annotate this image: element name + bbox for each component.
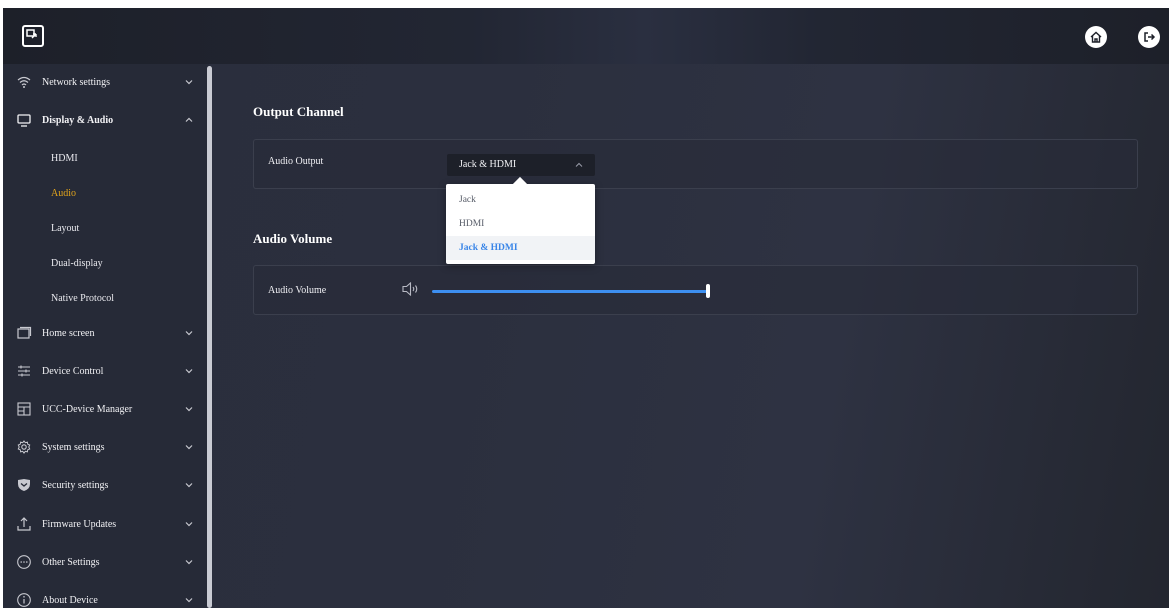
volume-slider-track[interactable] [432,290,707,293]
sidebar-subitem-label: Native Protocol [51,292,115,304]
sidebar-item-about-device[interactable]: About Device [3,581,203,608]
sidebar-item-label: Display & Audio [42,114,114,126]
audio-volume-label: Audio Volume [268,285,327,296]
chevron-up-icon [185,117,193,122]
sidebar-subitem-hdmi[interactable]: HDMI [3,140,203,176]
monitor-icon [17,114,31,127]
chevron-up-icon [575,162,583,167]
dropdown-option-jack-hdmi[interactable]: Jack & HDMI [446,236,595,260]
sidebar-subitem-label: Dual-display [51,257,103,269]
sidebar-item-label: Other Settings [42,556,100,568]
chevron-down-icon [185,369,193,374]
logout-button[interactable] [1138,26,1160,48]
sidebar-subitem-dual-display[interactable]: Dual-display [3,245,203,281]
sidebar-item-home-screen[interactable]: Home screen [3,314,203,352]
sidebar-item-ucc-device-manager[interactable]: UCC-Device Manager [3,390,203,428]
screen-share-logo-icon [22,25,44,47]
sidebar-subitem-label: Audio [51,187,76,199]
app-frame: Network settings Display & Audio HDMI Au… [3,8,1169,608]
gear-icon [17,440,31,454]
dropdown-option-jack[interactable]: Jack [446,188,595,212]
audio-output-selected-value: Jack & HDMI [459,159,517,170]
sidebar-item-system-settings[interactable]: System settings [3,428,203,466]
home-icon [1090,31,1102,43]
sidebar-item-label: Network settings [42,76,111,88]
sidebar-subitem-layout[interactable]: Layout [3,210,203,246]
audio-output-label: Audio Output [268,156,324,167]
sidebar-subitem-label: HDMI [51,152,78,164]
audio-volume-title: Audio Volume [253,231,333,246]
sidebar-item-other-settings[interactable]: Other Settings [3,543,203,581]
chevron-down-icon [185,598,193,603]
dropdown-option-hdmi[interactable]: HDMI [446,212,595,236]
sidebar-item-firmware-updates[interactable]: Firmware Updates [3,505,203,543]
home-button[interactable] [1085,26,1107,48]
upload-icon [17,517,31,531]
device-manager-icon [17,402,31,416]
chevron-down-icon [185,407,193,412]
shield-icon [18,479,30,491]
volume-slider-handle[interactable] [706,284,710,298]
sidebar-item-label: Security settings [42,479,109,491]
audio-output-dropdown: Jack HDMI Jack & HDMI [446,184,595,264]
home-screen-icon [17,326,32,339]
audio-volume-card: Audio Volume [253,265,1138,315]
sidebar-scrollbar[interactable] [207,66,212,608]
sidebar-item-network-settings[interactable]: Network settings [3,63,203,101]
sidebar-item-label: About Device [42,594,98,606]
sidebar-item-display-audio[interactable]: Display & Audio [3,101,203,139]
chevron-down-icon [185,483,193,488]
sliders-icon [18,365,30,377]
chevron-down-icon [185,445,193,450]
sidebar-item-label: UCC-Device Manager [42,403,133,415]
sidebar-item-device-control[interactable]: Device Control [3,352,203,390]
top-bar [3,8,1169,64]
sidebar-item-label: Firmware Updates [42,518,117,530]
chevron-down-icon [185,80,193,85]
info-icon [17,593,31,607]
sidebar-item-label: Home screen [42,327,95,339]
speaker-icon [402,282,418,296]
sidebar-item-label: Device Control [42,365,104,377]
wifi-icon [17,76,31,88]
sidebar-item-label: System settings [42,441,105,453]
sidebar-subitem-audio[interactable]: Audio [3,175,203,211]
ellipsis-icon [17,555,31,569]
sidebar-subitem-native-protocol[interactable]: Native Protocol [3,280,203,316]
output-channel-title: Output Channel [253,104,344,119]
chevron-down-icon [185,522,193,527]
sidebar-item-security-settings[interactable]: Security settings [3,466,203,504]
sidebar-subitem-label: Layout [51,222,80,234]
output-channel-card: Audio Output Jack & HDMI [253,139,1138,189]
chevron-down-icon [185,331,193,336]
audio-output-select[interactable]: Jack & HDMI [447,154,595,176]
logout-icon [1144,32,1156,42]
chevron-down-icon [185,560,193,565]
